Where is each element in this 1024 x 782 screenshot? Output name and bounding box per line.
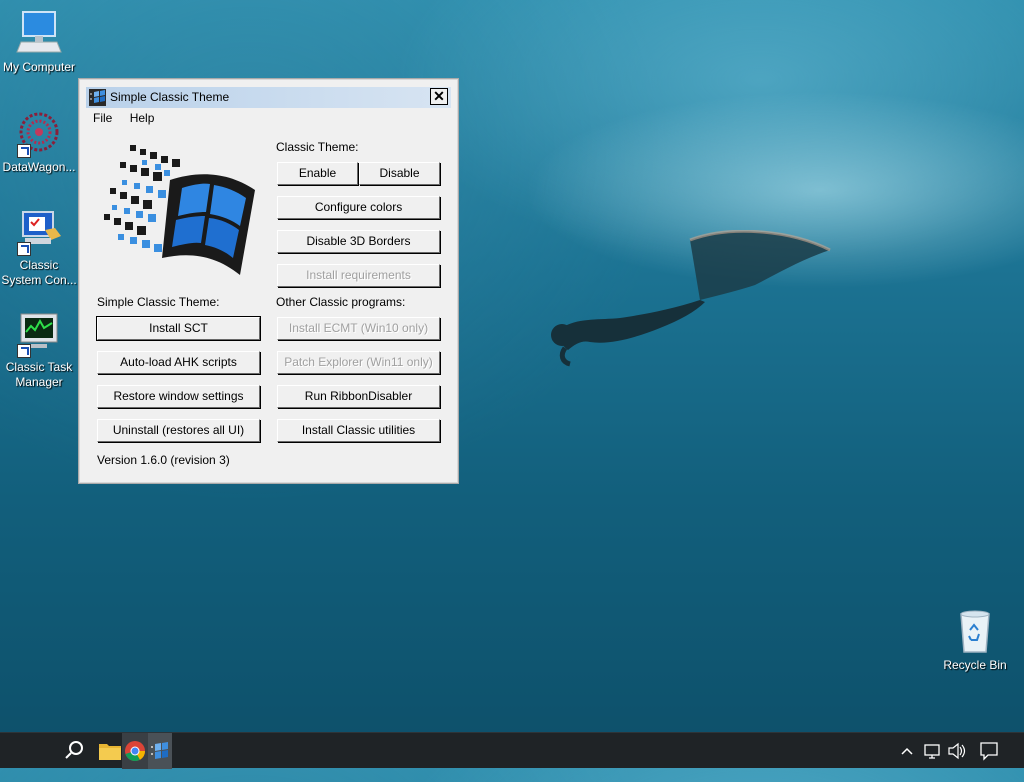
desktop-icon-label: My Computer <box>2 60 76 74</box>
file-explorer-icon[interactable] <box>96 733 124 769</box>
enable-button[interactable]: Enable <box>277 162 358 185</box>
desktop-icon-recycle-bin[interactable]: Recycle Bin <box>937 608 1013 673</box>
desktop-icon-classic-task-manager[interactable]: Classic Task Manager <box>1 310 77 390</box>
recycle-bin-icon <box>951 608 999 656</box>
install-ecmt-button[interactable]: Install ECMT (Win10 only) <box>277 317 440 340</box>
run-ribbon-disabler-button[interactable]: Run RibbonDisabler <box>277 385 440 408</box>
notification-icon[interactable] <box>978 733 1000 769</box>
desktop-icon-datawagon[interactable]: DataWagon... <box>1 110 77 175</box>
simple-classic-theme-label: Simple Classic Theme: <box>97 295 220 309</box>
desktop-icon-my-computer[interactable]: My Computer <box>1 10 77 75</box>
restore-window-settings-button[interactable]: Restore window settings <box>97 385 260 408</box>
desktop-icon-label: Classic Task Manager <box>5 360 73 389</box>
window-title: Simple Classic Theme <box>110 90 230 104</box>
autoload-ahk-scripts-button[interactable]: Auto-load AHK scripts <box>97 351 260 374</box>
close-button[interactable]: ✕ <box>430 88 448 105</box>
close-icon: ✕ <box>433 88 445 104</box>
install-sct-button[interactable]: Install SCT <box>96 316 261 341</box>
windows-flag-icon <box>89 89 106 106</box>
menu-file[interactable]: File <box>93 111 112 125</box>
shortcut-arrow-icon <box>17 242 31 256</box>
chrome-icon[interactable] <box>122 733 148 769</box>
install-classic-utilities-button[interactable]: Install Classic utilities <box>277 419 440 442</box>
patch-explorer-button[interactable]: Patch Explorer (Win11 only) <box>277 351 440 374</box>
configure-colors-button[interactable]: Configure colors <box>277 196 440 219</box>
disable-button[interactable]: Disable <box>359 162 440 185</box>
desktop-icon-classic-system-control[interactable]: Classic System Con... <box>1 208 77 288</box>
task-manager-icon <box>15 310 63 358</box>
title-bar[interactable]: Simple Classic Theme ✕ <box>86 87 451 108</box>
control-panel-icon <box>15 208 63 256</box>
shortcut-arrow-icon <box>17 144 31 158</box>
uninstall-button[interactable]: Uninstall (restores all UI) <box>97 419 260 442</box>
network-icon[interactable] <box>922 733 942 769</box>
computer-icon <box>15 10 63 58</box>
diver-silhouette <box>551 230 831 367</box>
windows-logo-icon <box>104 145 255 275</box>
other-classic-programs-label: Other Classic programs: <box>276 295 406 309</box>
volume-icon[interactable] <box>946 733 966 769</box>
disable-3d-borders-button[interactable]: Disable 3D Borders <box>277 230 440 253</box>
menu-help[interactable]: Help <box>130 111 155 125</box>
install-requirements-button[interactable]: Install requirements <box>277 264 440 287</box>
chevron-up-icon[interactable] <box>900 733 914 769</box>
datawagon-icon <box>15 110 63 158</box>
desktop-icon-label: DataWagon... <box>2 160 76 174</box>
simple-classic-theme-icon[interactable] <box>148 733 172 769</box>
search-icon[interactable] <box>60 733 88 769</box>
menu-bar: File Help <box>93 111 168 129</box>
desktop-icon-label: Classic System Con... <box>1 258 77 287</box>
desktop-icon-label: Recycle Bin <box>943 658 1007 672</box>
taskbar <box>0 732 1024 769</box>
version-text: Version 1.6.0 (revision 3) <box>97 453 230 467</box>
classic-theme-label: Classic Theme: <box>276 140 359 154</box>
shortcut-arrow-icon <box>17 344 31 358</box>
